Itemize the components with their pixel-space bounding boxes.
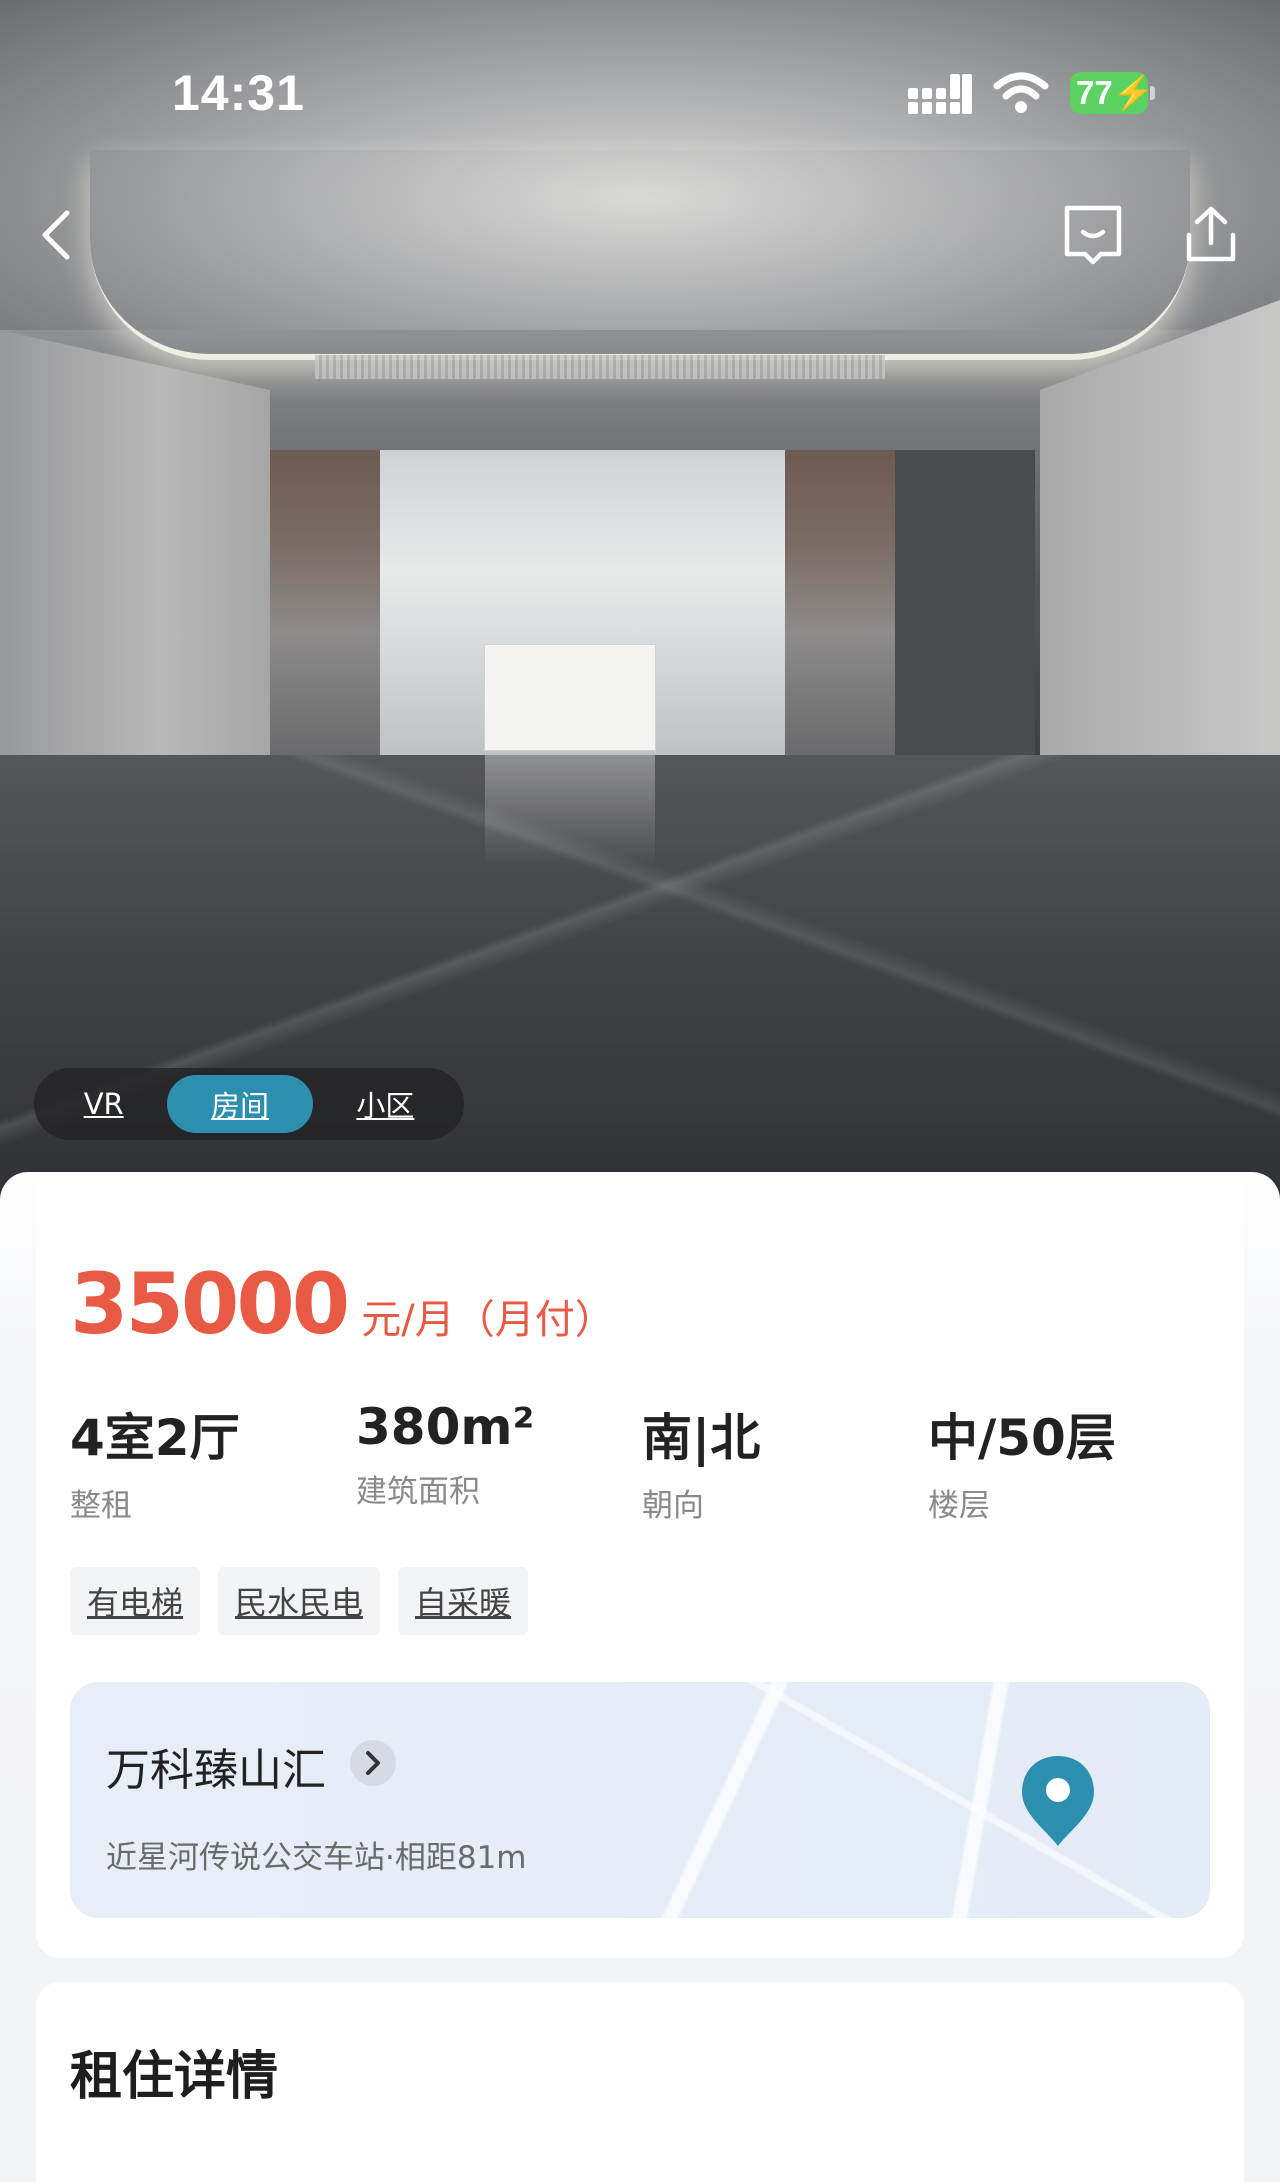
chevron-right-icon	[366, 1751, 380, 1775]
tab-community[interactable]: 小区	[313, 1075, 458, 1133]
rent-price-unit: 元/月（月付）	[361, 1297, 615, 1343]
photo-ceiling-light	[90, 150, 1190, 360]
photo-island	[485, 645, 655, 750]
media-tab-switcher: VR 房间 小区	[34, 1068, 464, 1140]
tag-heating[interactable]: 自采暖	[398, 1567, 529, 1635]
spec-value: 380m²	[356, 1398, 535, 1456]
tag-elevator[interactable]: 有电梯	[70, 1567, 201, 1635]
photo-right-panel	[895, 450, 1035, 755]
photo-left-door	[270, 450, 380, 755]
community-transit-info: 近星河传说公交车站·相距81m	[106, 1840, 527, 1876]
spec-label: 整租	[70, 1488, 132, 1524]
hero-photo[interactable]	[0, 0, 1280, 1200]
community-chevron-button[interactable]	[350, 1740, 396, 1786]
wifi-icon	[993, 72, 1049, 113]
comment-button[interactable]	[1058, 200, 1128, 270]
spec-label: 朝向	[642, 1488, 704, 1524]
spec-row: 4室2厅 整租 380m² 建筑面积 南|北 朝向 中/50层 楼层	[70, 1398, 1210, 1524]
spec-area: 380m² 建筑面积	[356, 1398, 534, 1511]
status-time: 14:31	[172, 65, 305, 121]
spec-label: 楼层	[928, 1488, 990, 1524]
spec-value: 中/50层	[928, 1409, 1116, 1467]
community-name[interactable]: 万科臻山汇	[106, 1734, 326, 1798]
charging-bolt-icon: ⚡	[1112, 74, 1154, 111]
share-button[interactable]	[1176, 200, 1246, 270]
back-button[interactable]	[22, 200, 92, 270]
price-row: 35000 元/月（月付）	[70, 1255, 615, 1353]
spec-layout: 4室2厅 整租	[70, 1398, 240, 1525]
tag-utilities[interactable]: 民水民电	[218, 1567, 381, 1635]
share-icon	[1186, 206, 1236, 262]
back-arrow-icon	[42, 210, 70, 260]
battery-level: 77⚡	[1070, 72, 1154, 114]
battery-icon: 77⚡	[1070, 72, 1156, 114]
feature-tags: 有电梯 民水民电 自采暖	[70, 1567, 529, 1635]
comment-icon	[1064, 205, 1122, 265]
map-pin-icon[interactable]	[1018, 1752, 1098, 1852]
spec-orientation: 南|北 朝向	[642, 1398, 760, 1525]
spec-label: 建筑面积	[356, 1474, 480, 1510]
rental-details-title: 租住详情	[70, 2047, 279, 2107]
spec-floor: 中/50层 楼层	[928, 1398, 1116, 1525]
battery-cap	[1150, 86, 1155, 100]
rent-price: 35000	[70, 1255, 350, 1353]
spec-value: 南|北	[642, 1409, 761, 1467]
cellular-signal-icon	[908, 74, 972, 114]
spec-value: 4室2厅	[70, 1409, 240, 1467]
tab-vr[interactable]: VR	[40, 1075, 167, 1133]
photo-floor-reflection	[485, 755, 655, 865]
battery-percent: 77	[1076, 74, 1113, 111]
photo-vent	[315, 355, 885, 379]
community-map-card[interactable]: 万科臻山汇 近星河传说公交车站·相距81m	[70, 1682, 1210, 1918]
photo-right-door	[785, 450, 895, 755]
tab-room[interactable]: 房间	[167, 1075, 313, 1133]
